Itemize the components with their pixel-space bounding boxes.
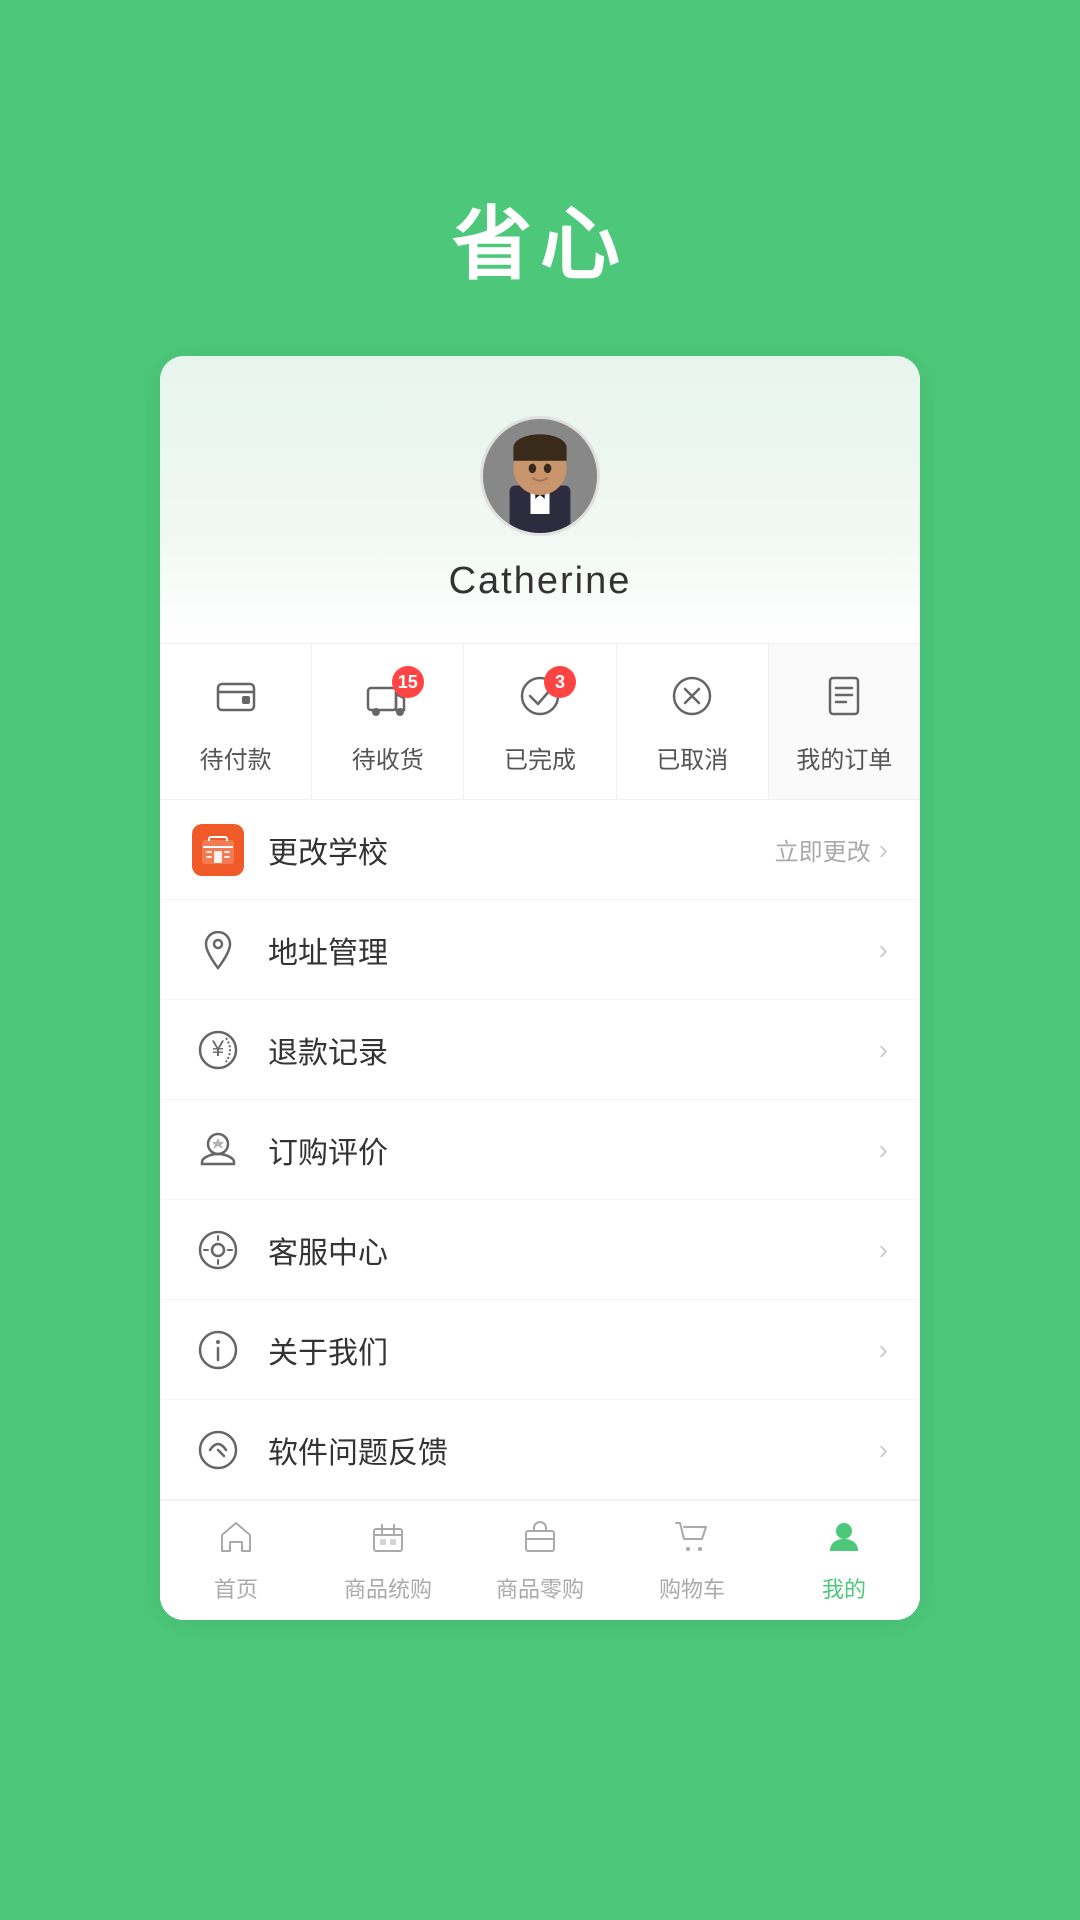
feedback-right: › [879, 1434, 888, 1466]
avatar[interactable] [480, 416, 600, 536]
cart-icon [674, 1519, 710, 1564]
service-label: 客服中心 [268, 1228, 879, 1272]
nav-retail[interactable]: 商品零购 [464, 1501, 616, 1620]
completed-icon: 3 [518, 674, 562, 728]
order-tabs: 待付款 15 待收货 3 [160, 643, 920, 800]
orders-icon [822, 674, 866, 728]
tab-my-orders-label: 我的订单 [796, 740, 892, 775]
tab-completed[interactable]: 3 已完成 [464, 644, 616, 799]
tab-cancelled[interactable]: 已取消 [617, 644, 769, 799]
change-school-sub: 立即更改 [775, 832, 871, 867]
tab-my-orders[interactable]: 我的订单 [769, 644, 920, 799]
tab-pending-payment[interactable]: 待付款 [160, 644, 312, 799]
feedback-label: 软件问题反馈 [268, 1428, 879, 1472]
location-icon [192, 924, 244, 976]
chevron-icon: › [879, 1134, 888, 1166]
chevron-icon: › [879, 834, 888, 866]
app-title: 省心 [452, 180, 628, 296]
tab-pending-delivery[interactable]: 15 待收货 [312, 644, 464, 799]
profile-nav-icon [826, 1519, 862, 1564]
refund-label: 退款记录 [268, 1028, 879, 1072]
chevron-icon: › [879, 1034, 888, 1066]
feedback-icon [192, 1424, 244, 1476]
menu-change-school[interactable]: 更改学校 立即更改 › [160, 800, 920, 900]
delivery-icon: 15 [366, 674, 410, 728]
service-icon [192, 1224, 244, 1276]
nav-profile-label: 我的 [822, 1572, 866, 1604]
nav-cart-label: 购物车 [659, 1572, 725, 1604]
menu-feedback[interactable]: 软件问题反馈 › [160, 1400, 920, 1500]
wallet-icon [214, 674, 258, 728]
address-right: › [879, 934, 888, 966]
cancelled-icon [670, 674, 714, 728]
bottom-nav: 首页 商品统购 [160, 1500, 920, 1620]
refund-icon: ¥ [192, 1024, 244, 1076]
nav-profile[interactable]: 我的 [768, 1501, 920, 1620]
nav-bulk-order[interactable]: 商品统购 [312, 1501, 464, 1620]
main-card: Catherine 待付款 1 [160, 356, 920, 1620]
menu-about[interactable]: 关于我们 › [160, 1300, 920, 1400]
review-right: › [879, 1134, 888, 1166]
profile-header: Catherine [160, 356, 920, 643]
retail-icon [522, 1519, 558, 1564]
info-icon [192, 1324, 244, 1376]
refund-right: › [879, 1034, 888, 1066]
address-label: 地址管理 [268, 928, 879, 972]
about-right: › [879, 1334, 888, 1366]
review-icon [192, 1124, 244, 1176]
nav-retail-label: 商品零购 [496, 1572, 584, 1604]
nav-home[interactable]: 首页 [160, 1501, 312, 1620]
bulk-order-icon [370, 1519, 406, 1564]
svg-text:¥: ¥ [211, 1036, 225, 1061]
change-school-label: 更改学校 [268, 828, 775, 872]
chevron-icon: › [879, 1334, 888, 1366]
nav-cart[interactable]: 购物车 [616, 1501, 768, 1620]
nav-bulk-label: 商品统购 [344, 1572, 432, 1604]
tab-pending-payment-label: 待付款 [200, 740, 272, 775]
school-icon [192, 824, 244, 876]
menu-address[interactable]: 地址管理 › [160, 900, 920, 1000]
completed-badge: 3 [544, 666, 576, 698]
review-label: 订购评价 [268, 1128, 879, 1172]
tab-pending-delivery-label: 待收货 [352, 740, 424, 775]
tab-completed-label: 已完成 [504, 740, 576, 775]
menu-refund[interactable]: ¥ 退款记录 › [160, 1000, 920, 1100]
menu-service[interactable]: 客服中心 › [160, 1200, 920, 1300]
service-right: › [879, 1234, 888, 1266]
chevron-icon: › [879, 1434, 888, 1466]
home-icon [218, 1519, 254, 1564]
username: Catherine [449, 560, 632, 603]
nav-home-label: 首页 [214, 1572, 258, 1604]
chevron-icon: › [879, 934, 888, 966]
change-school-right: 立即更改 › [775, 832, 888, 867]
delivery-badge: 15 [392, 666, 424, 698]
chevron-icon: › [879, 1234, 888, 1266]
about-label: 关于我们 [268, 1328, 879, 1372]
tab-cancelled-label: 已取消 [656, 740, 728, 775]
menu-review[interactable]: 订购评价 › [160, 1100, 920, 1200]
